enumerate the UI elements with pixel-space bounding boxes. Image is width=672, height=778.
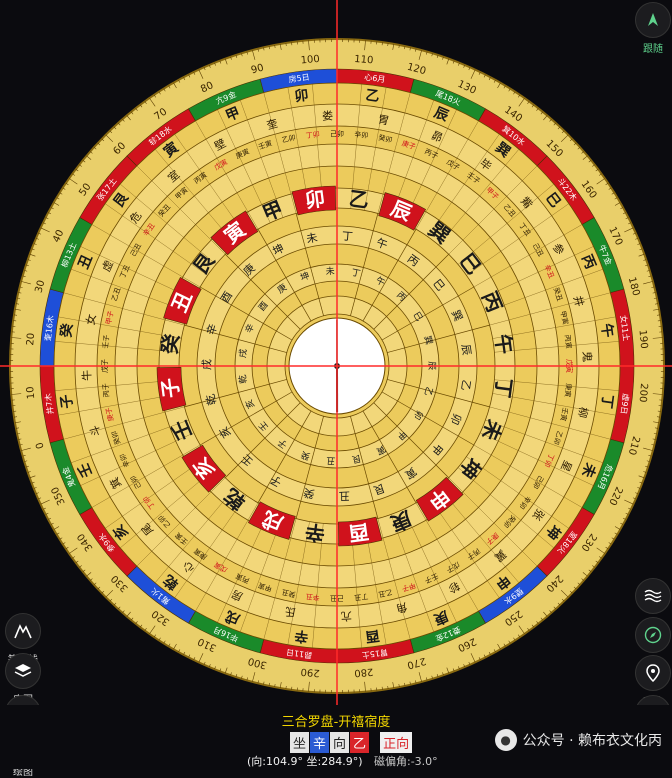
degree-label: 10 bbox=[25, 386, 37, 400]
inner-ring-label: 丁 bbox=[341, 229, 353, 243]
mountain-label: 酉 bbox=[347, 519, 370, 545]
follow-button[interactable]: 跟随 bbox=[630, 2, 672, 55]
inner-ring-label: 戌 bbox=[200, 359, 213, 370]
mountain-icon bbox=[5, 613, 41, 649]
luopan-compass[interactable]: 0102030405060708090100110120130140150160… bbox=[0, 0, 672, 705]
inner-ring-label: 乙 bbox=[458, 379, 472, 392]
mountain-label: 辛 bbox=[304, 519, 327, 545]
xiang-label: 向 bbox=[330, 732, 349, 753]
outer-mountain-label: 辛 bbox=[293, 627, 309, 646]
ganzhi-label: 辛卯 bbox=[354, 130, 369, 140]
star-ring-label: 鬼 bbox=[580, 351, 594, 363]
outer-mountain-label: 丁 bbox=[598, 394, 616, 410]
star-ring-label: 娄 bbox=[322, 109, 333, 122]
outer-mountain-label: 酉 bbox=[365, 627, 381, 645]
mountain-label: 子 bbox=[157, 376, 183, 399]
degree-label: 110 bbox=[354, 54, 374, 67]
ganzhi-label: 辛丑 bbox=[305, 592, 320, 602]
layers-icon bbox=[5, 653, 41, 689]
outer-mountain-label: 午 bbox=[598, 322, 617, 338]
star-ring-label: 牛 bbox=[79, 370, 93, 382]
zuo-label: 坐 bbox=[290, 732, 309, 753]
degree-label: 20 bbox=[25, 332, 37, 346]
declination: 磁偏角:-3.0° bbox=[374, 755, 438, 768]
mountain-label: 乙 bbox=[347, 186, 370, 212]
info-panel: 三合罗盘-开禧宿度 坐 辛 向 乙 正向 (向:104.9° 坐:284.9°)… bbox=[0, 705, 672, 769]
degree-label: 100 bbox=[300, 54, 320, 67]
ganzhi-label: 丁丑 bbox=[354, 592, 369, 601]
degree-label: 290 bbox=[300, 666, 320, 679]
plate-title: 三合罗盘-开禧宿度 bbox=[0, 711, 672, 730]
inner-ring-label: 丑 bbox=[326, 455, 336, 467]
ganzhi-label: 丙子 bbox=[102, 383, 111, 398]
ganzhi-label: 壬子 bbox=[101, 334, 111, 349]
watermark: ● 公众号 · 赖布衣文化丙 bbox=[495, 729, 662, 751]
ganzhi-label: 丙寅 bbox=[563, 334, 573, 349]
follow-label: 跟随 bbox=[643, 40, 663, 55]
outer-mountain-label: 卯 bbox=[294, 87, 310, 105]
wechat-icon: ● bbox=[495, 729, 517, 751]
outer-mountain-label: 乙 bbox=[365, 87, 381, 105]
degree-label: 190 bbox=[637, 329, 650, 349]
zuo-char: 辛 bbox=[310, 732, 329, 753]
direction-row: 坐 辛 向 乙 正向 bbox=[290, 732, 413, 753]
zhengxiang-badge: 正向 bbox=[380, 732, 412, 753]
outer-mountain-label: 子 bbox=[58, 394, 76, 410]
mountain-label: 癸 bbox=[157, 332, 184, 357]
inner-ring-label: 辰 bbox=[459, 343, 473, 356]
degree-label: 280 bbox=[354, 666, 374, 679]
inner-ring-label: 丑 bbox=[339, 489, 351, 503]
watermark-text: 公众号 · 赖布衣文化丙 bbox=[523, 730, 662, 750]
ganzhi-label: 丁卯 bbox=[305, 130, 320, 140]
inner-ring-label: 未 bbox=[325, 265, 335, 278]
degree-label: 200 bbox=[637, 383, 650, 403]
waves-icon bbox=[635, 578, 671, 614]
xiang-degree: (向:104.9° bbox=[247, 755, 303, 768]
mountain-label: 丁 bbox=[490, 376, 516, 399]
mountain-label: 卯 bbox=[304, 186, 327, 212]
star-ring-label: 亢 bbox=[341, 609, 353, 623]
compass-icon bbox=[635, 617, 671, 653]
ganzhi-label: 庚寅 bbox=[563, 383, 573, 398]
location-pin-icon bbox=[635, 655, 671, 691]
north-arrow-icon bbox=[635, 2, 671, 38]
xiang-char: 乙 bbox=[350, 732, 369, 753]
zuo-degree: 坐:284.9°) bbox=[307, 755, 363, 768]
mountain-label: 午 bbox=[490, 333, 516, 356]
angle-readout: (向:104.9° 坐:284.9°) 磁偏角:-3.0° bbox=[247, 753, 438, 769]
